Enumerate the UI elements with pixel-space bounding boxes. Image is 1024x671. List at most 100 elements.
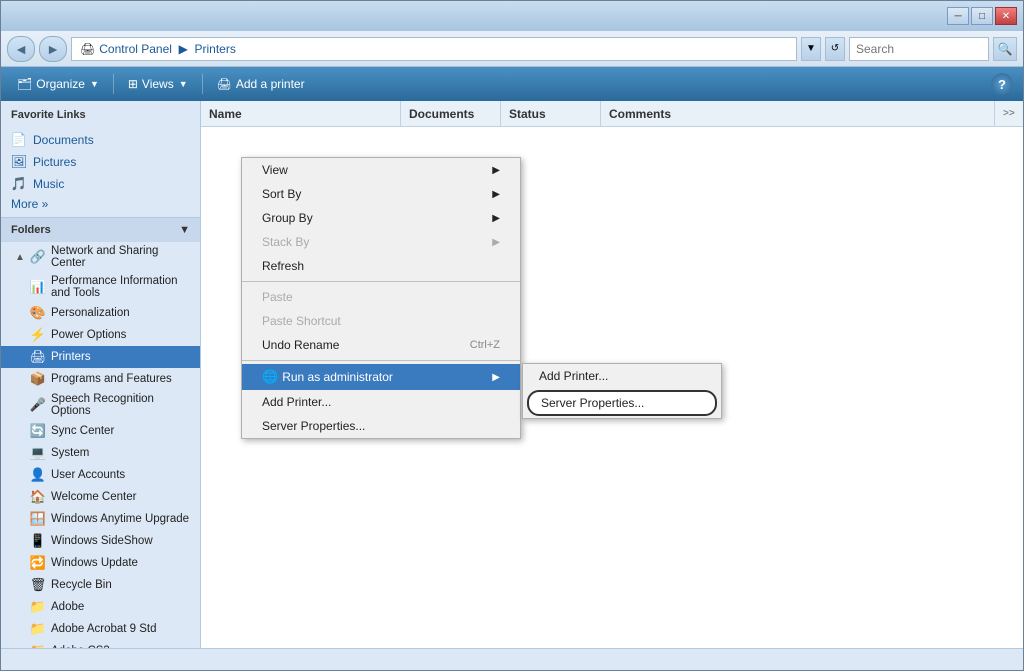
ctx-view[interactable]: View ▶ [242, 158, 520, 182]
ctx-server-props[interactable]: Server Properties... [242, 414, 520, 438]
sideshow-icon: 📱 [30, 533, 46, 549]
column-documents[interactable]: Documents [401, 101, 501, 126]
maximize-button[interactable]: □ [971, 7, 993, 25]
context-menu: View ▶ Sort By ▶ Group By ▶ Stack By ▶ [241, 157, 521, 439]
organize-button[interactable]: 🗂 Organize ▼ [11, 75, 105, 93]
folder-item-personalization[interactable]: 🎨 Personalization [1, 302, 200, 324]
submenu-server-properties[interactable]: Server Properties... [527, 390, 717, 416]
ctx-group-label: Group By [262, 211, 313, 225]
back-button[interactable]: ◄ [7, 36, 35, 62]
ctx-sort-arrow: ▶ [492, 189, 500, 200]
update-icon: 🔁 [30, 555, 46, 571]
folder-item-speech[interactable]: 🎤 Speech Recognition Options [1, 390, 200, 420]
folder-item-power[interactable]: ⚡ Power Options [1, 324, 200, 346]
folder-item-cs3[interactable]: 📁 Adobe CS3 [1, 640, 200, 648]
folder-label: System [51, 447, 89, 459]
ctx-stack-by: Stack By ▶ [242, 230, 520, 254]
address-dropdown[interactable]: ▼ [801, 37, 821, 61]
folder-item-system[interactable]: 💻 System [1, 442, 200, 464]
close-button[interactable]: ✕ [995, 7, 1017, 25]
sidebar-item-pictures[interactable]: 🖼 Pictures [1, 151, 200, 173]
refresh-button[interactable]: ↺ [825, 37, 845, 61]
folder-item-sideshow[interactable]: 📱 Windows SideShow [1, 530, 200, 552]
folder-list: ▲ 🔗 Network and Sharing Center 📊 Perform… [1, 242, 200, 648]
ctx-paste-shortcut-label: Paste Shortcut [262, 314, 341, 328]
folder-item-performance[interactable]: 📊 Performance Information and Tools [1, 272, 200, 302]
performance-icon: 📊 [30, 279, 46, 295]
folder-item-update[interactable]: 🔁 Windows Update [1, 552, 200, 574]
ctx-server-props-label: Server Properties... [262, 419, 365, 433]
help-button[interactable]: ? [991, 73, 1013, 95]
anytime-icon: 🪟 [30, 511, 46, 527]
folder-item-adobe[interactable]: 📁 Adobe [1, 596, 200, 618]
ctx-add-printer[interactable]: Add Printer... [242, 390, 520, 414]
folder-item-welcome[interactable]: 🏠 Welcome Center [1, 486, 200, 508]
folder-item-sync[interactable]: 🔄 Sync Center [1, 420, 200, 442]
column-name[interactable]: Name [201, 101, 401, 126]
ctx-view-arrow: ▶ [492, 165, 500, 176]
folder-item-anytime[interactable]: 🪟 Windows Anytime Upgrade [1, 508, 200, 530]
folder-item-printers[interactable]: 🖨 Printers [1, 346, 200, 368]
ctx-view-label: View [262, 163, 288, 177]
folder-item-programs[interactable]: 📦 Programs and Features [1, 368, 200, 390]
ctx-refresh[interactable]: Refresh [242, 254, 520, 278]
folders-label: Folders [11, 224, 51, 236]
folder-label: Welcome Center [51, 491, 136, 503]
folder-item-acrobat[interactable]: 📁 Adobe Acrobat 9 Std [1, 618, 200, 640]
forward-button[interactable]: ► [39, 36, 67, 62]
ctx-add-printer-label: Add Printer... [262, 395, 331, 409]
search-button[interactable]: 🔍 [993, 37, 1017, 61]
ctx-group-by[interactable]: Group By ▶ [242, 206, 520, 230]
column-header: Name Documents Status Comments >> [201, 101, 1023, 127]
system-icon: 💻 [30, 445, 46, 461]
organize-arrow: ▼ [90, 79, 99, 89]
column-comments[interactable]: Comments [601, 101, 995, 126]
folder-label: Windows Anytime Upgrade [51, 513, 189, 525]
folder-item-recycle[interactable]: 🗑 Recycle Bin [1, 574, 200, 596]
column-status-label: Status [509, 107, 546, 121]
column-more[interactable]: >> [995, 101, 1023, 126]
minimize-button[interactable]: ─ [947, 7, 969, 25]
toolbar-separator-2 [202, 74, 203, 94]
views-label: Views [142, 77, 174, 91]
favorite-links-title: Favorite Links [1, 101, 200, 125]
sidebar-item-music[interactable]: 🎵 Music [1, 173, 200, 195]
more-link[interactable]: More » [1, 195, 200, 213]
content-area[interactable]: View ▶ Sort By ▶ Group By ▶ Stack By ▶ [201, 127, 1023, 648]
column-comments-label: Comments [609, 107, 671, 121]
address-field[interactable]: 🖨 Control Panel ▶ Printers [71, 37, 797, 61]
submenu: Add Printer... Server Properties... [522, 363, 722, 419]
pictures-icon: 🖼 [11, 154, 27, 170]
expand-icon: ▲ [15, 252, 25, 263]
music-icon: 🎵 [11, 176, 27, 192]
welcome-icon: 🏠 [30, 489, 46, 505]
address-path: Control Panel ▶ Printers [99, 42, 236, 56]
views-button[interactable]: ⊞ Views ▼ [122, 75, 194, 93]
folders-arrow: ▼ [179, 224, 190, 236]
folder-label: Power Options [51, 329, 126, 341]
search-input[interactable] [856, 42, 982, 56]
sync-icon: 🔄 [30, 423, 46, 439]
ctx-undo-rename[interactable]: Undo Rename Ctrl+Z [242, 333, 520, 357]
views-arrow: ▼ [179, 79, 188, 89]
address-bar: ◄ ► 🖨 Control Panel ▶ Printers ▼ ↺ 🔍 [1, 31, 1023, 67]
folder-label: Programs and Features [51, 373, 172, 385]
sidebar-item-documents[interactable]: 📄 Documents [1, 129, 200, 151]
main-window: ─ □ ✕ ◄ ► 🖨 Control Panel ▶ Printers ▼ ↺… [0, 0, 1024, 671]
favorite-links: 📄 Documents 🖼 Pictures 🎵 Music More » [1, 125, 200, 217]
folder-item-network[interactable]: ▲ 🔗 Network and Sharing Center [1, 242, 200, 272]
add-printer-button[interactable]: 🖨 Add a printer [211, 75, 311, 93]
documents-icon: 📄 [11, 132, 27, 148]
ctx-sort-by[interactable]: Sort By ▶ [242, 182, 520, 206]
folder-label: Windows Update [51, 557, 138, 569]
search-box[interactable] [849, 37, 989, 61]
ctx-paste-shortcut: Paste Shortcut [242, 309, 520, 333]
ctx-stack-label: Stack By [262, 235, 309, 249]
submenu-add-printer[interactable]: Add Printer... [523, 364, 721, 388]
folders-header[interactable]: Folders ▼ [1, 217, 200, 242]
ctx-run-as-admin[interactable]: 🌐 Run as administrator ▶ Add Printer... … [242, 364, 520, 390]
column-status[interactable]: Status [501, 101, 601, 126]
power-icon: ⚡ [30, 327, 46, 343]
folder-label: Network and Sharing Center [51, 245, 194, 269]
folder-item-user-accounts[interactable]: 👤 User Accounts [1, 464, 200, 486]
